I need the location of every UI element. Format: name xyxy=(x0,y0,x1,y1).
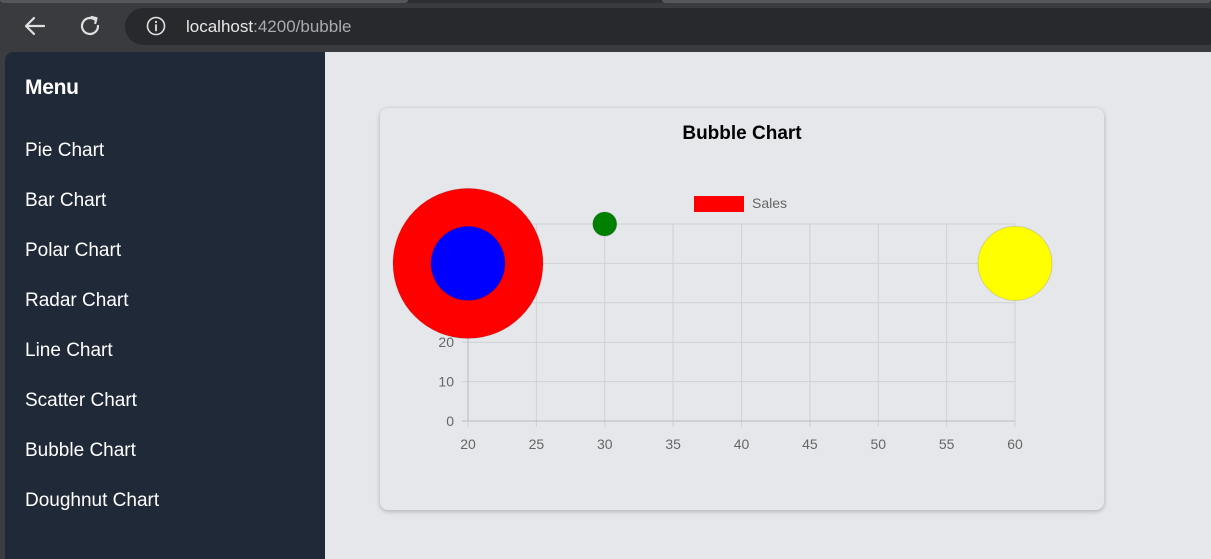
menu-title: Menu xyxy=(25,76,79,99)
address-bar[interactable]: localhost:4200/bubble xyxy=(125,8,1211,45)
url-path: :4200/bubble xyxy=(253,17,352,36)
x-tick-label: 55 xyxy=(939,436,955,452)
bubble-point[interactable] xyxy=(977,225,1053,301)
menu-item-pie-chart[interactable]: Pie Chart xyxy=(25,138,159,188)
url-host: localhost xyxy=(186,17,254,36)
bubble-point[interactable] xyxy=(592,211,618,237)
arrow-left-icon xyxy=(24,16,46,36)
x-tick-label: 35 xyxy=(665,436,681,452)
browser-toolbar: localhost:4200/bubble xyxy=(0,0,1211,52)
menu-list: Pie Chart Bar Chart Polar Chart Radar Ch… xyxy=(25,138,159,538)
x-tick-label: 20 xyxy=(460,436,476,452)
menu-item-doughnut-chart[interactable]: Doughnut Chart xyxy=(25,488,159,538)
chart-title: Bubble Chart xyxy=(682,123,802,144)
sidebar: Menu Pie Chart Bar Chart Polar Chart Rad… xyxy=(5,52,325,559)
y-tick-label: 10 xyxy=(438,374,454,390)
menu-item-line-chart[interactable]: Line Chart xyxy=(25,338,159,388)
info-icon[interactable] xyxy=(146,16,166,36)
x-tick-label: 60 xyxy=(1007,436,1023,452)
back-button[interactable] xyxy=(21,12,49,40)
menu-item-scatter-chart[interactable]: Scatter Chart xyxy=(25,388,159,438)
menu-item-bar-chart[interactable]: Bar Chart xyxy=(25,188,159,238)
x-tick-label: 40 xyxy=(734,436,750,452)
menu-item-polar-chart[interactable]: Polar Chart xyxy=(25,238,159,288)
reload-icon xyxy=(80,15,100,36)
legend-swatch[interactable] xyxy=(694,196,744,212)
tab-strip xyxy=(0,0,1211,3)
legend-label[interactable]: Sales xyxy=(752,195,787,211)
menu-item-radar-chart[interactable]: Radar Chart xyxy=(25,288,159,338)
menu-item-bubble-chart[interactable]: Bubble Chart xyxy=(25,438,159,488)
x-tick-label: 30 xyxy=(597,436,613,452)
reload-button[interactable] xyxy=(76,12,104,40)
url-text[interactable]: localhost:4200/bubble xyxy=(186,17,351,37)
bubble-point[interactable] xyxy=(430,225,506,301)
x-tick-label: 45 xyxy=(802,436,818,452)
x-tick-label: 25 xyxy=(529,436,545,452)
x-tick-label: 50 xyxy=(870,436,886,452)
y-tick-label: 0 xyxy=(446,413,454,429)
